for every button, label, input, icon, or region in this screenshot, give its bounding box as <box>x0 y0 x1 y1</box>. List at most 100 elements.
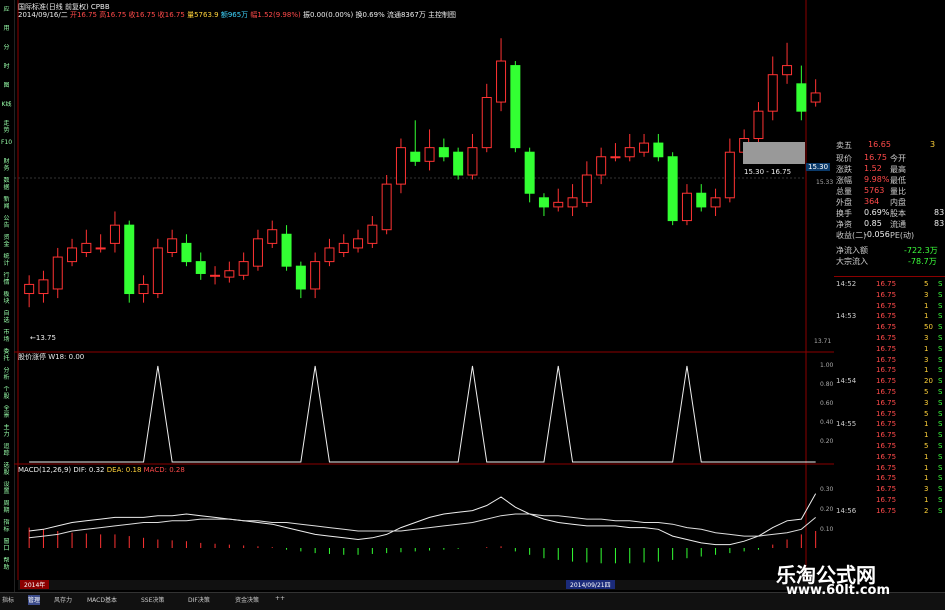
side-tab-18[interactable]: 委托 <box>1 348 12 364</box>
candle-body <box>524 151 535 194</box>
side-tab-10[interactable]: 新闻 <box>1 196 12 212</box>
candle-body <box>367 224 378 244</box>
macd-dif: DIF: 0.32 <box>73 466 105 474</box>
side-tab-0[interactable]: 应 <box>1 6 12 22</box>
macd-value: MACD: 0.28 <box>143 466 185 474</box>
side-tab-17[interactable]: 市场 <box>1 329 12 345</box>
candle-body <box>667 156 678 222</box>
side-tab-24[interactable]: 选股 <box>1 462 12 478</box>
watermark-url: www.60lt.com <box>786 583 891 598</box>
side-tab-1[interactable]: 用 <box>1 25 12 41</box>
side-tab-12[interactable]: 资金 <box>1 234 12 250</box>
candle-body <box>624 147 635 158</box>
date-axis: 2014年 2014/09/21四 <box>18 580 833 590</box>
side-tab-19[interactable]: 分析 <box>1 367 12 383</box>
candle-body <box>167 238 178 254</box>
indicator-tab-3[interactable]: MACD基本 <box>87 595 117 605</box>
dif-line <box>29 493 817 546</box>
side-tab-7[interactable]: F10 <box>1 139 12 155</box>
candle-body <box>538 197 549 208</box>
candle-body <box>124 224 135 295</box>
candle-body <box>195 261 206 274</box>
candle-body <box>553 201 564 208</box>
quote-row: 总量 5763 量比 <box>836 186 906 196</box>
side-tab-21[interactable]: 全景 <box>1 405 12 421</box>
side-tab-16[interactable]: 自选 <box>1 310 12 326</box>
macd-axis-tick: 0.30 <box>820 486 834 493</box>
tick-row: 16.75 1 S <box>876 301 943 310</box>
tick-row: 16.75 3 S <box>876 398 943 407</box>
tick-row: 14:56 16.75 2 S <box>836 506 943 515</box>
candle-body <box>310 261 321 290</box>
candle-body <box>796 83 807 112</box>
spike-axis-tick: 0.60 <box>820 400 834 407</box>
indicator-tab-7[interactable]: ++ <box>275 595 285 605</box>
candle-body <box>52 256 63 290</box>
chart-grid <box>14 0 834 580</box>
date-left: 2014年 <box>20 580 50 589</box>
candle-body <box>152 247 163 295</box>
indicator-tab-0[interactable]: 指标 <box>2 595 14 605</box>
spike-indicator <box>29 365 816 463</box>
tick-row: 16.75 5 S <box>876 409 943 418</box>
candle-body <box>210 274 221 277</box>
side-tab-11[interactable]: 公告 <box>1 215 12 231</box>
indicator-tab-6[interactable]: 资金决策 <box>235 595 259 605</box>
candle-body <box>224 270 235 278</box>
side-tab-20[interactable]: 个股 <box>1 386 12 402</box>
side-tab-29[interactable]: 帮助 <box>1 557 12 573</box>
indicator-tab-4[interactable]: SSE决策 <box>141 595 164 605</box>
candle-body <box>353 238 364 249</box>
side-tab-22[interactable]: 主力 <box>1 424 12 440</box>
side-tab-5[interactable]: K线 <box>1 101 12 117</box>
date-cursor: 2014/09/21四 <box>566 580 615 589</box>
side-tab-25[interactable]: 设置 <box>1 481 12 497</box>
candle-body <box>681 192 692 222</box>
big-flow-row: 大宗流入 -78.7万 <box>836 257 937 266</box>
candle-body <box>581 174 592 203</box>
candle-body <box>467 147 478 176</box>
candle-body <box>95 247 106 250</box>
candle-body <box>181 242 192 263</box>
side-tab-4[interactable]: 图 <box>1 82 12 98</box>
indicator-tab-5[interactable]: DIF决策 <box>188 595 210 605</box>
side-tab-27[interactable]: 指标 <box>1 519 12 535</box>
tick-row: 16.75 3 S <box>876 355 943 364</box>
indicator-tab-1[interactable]: 管理 <box>28 595 41 605</box>
macd-axis-tick: 0.10 <box>820 526 834 533</box>
price-axis-bottom: 13.71 <box>814 338 832 345</box>
candle-body <box>67 247 78 263</box>
tick-row: 14:52 16.75 5 S <box>836 280 943 288</box>
side-tab-2[interactable]: 分 <box>1 44 12 60</box>
side-tab-8[interactable]: 财务 <box>1 158 12 174</box>
side-tab-23[interactable]: 追踪 <box>1 443 12 459</box>
side-tab-9[interactable]: 数据 <box>1 177 12 193</box>
candle-body <box>295 265 306 290</box>
side-tab-6[interactable]: 走势 <box>1 120 12 136</box>
tick-row: 14:53 16.75 1 S <box>836 312 943 321</box>
tick-row: 14:55 16.75 1 S <box>836 420 943 429</box>
quote-row: 换手 0.69% 股本 83 <box>836 208 945 218</box>
indicator-tab-2[interactable]: 风存力 <box>54 595 72 605</box>
kline-chart[interactable] <box>14 0 834 592</box>
side-tab-13[interactable]: 统计 <box>1 253 12 269</box>
candle-body <box>38 279 49 295</box>
side-tab-14[interactable]: 行情 <box>1 272 12 288</box>
side-tab-26[interactable]: 周期 <box>1 500 12 516</box>
price-tag-side: 15.33 <box>816 179 834 186</box>
candle-body <box>238 261 249 276</box>
candle-body <box>109 224 120 244</box>
tick-row: 16.75 1 S <box>876 496 943 504</box>
side-tab-28[interactable]: 窗口 <box>1 538 12 554</box>
side-tab-3[interactable]: 时 <box>1 63 12 79</box>
spike-axis-tick: 0.20 <box>820 438 834 445</box>
candle-body <box>138 283 149 295</box>
tick-row: 16.75 3 S <box>876 290 943 299</box>
price-tag-high: 15.30 <box>806 163 831 171</box>
spike-line <box>29 365 816 463</box>
candle-body <box>481 97 492 149</box>
quote-row: 涨幅 9.98% 最低 <box>836 175 906 185</box>
price-range-box <box>743 142 805 164</box>
side-tab-15[interactable]: 板块 <box>1 291 12 307</box>
macd-axis-tick: 0.20 <box>820 506 834 513</box>
